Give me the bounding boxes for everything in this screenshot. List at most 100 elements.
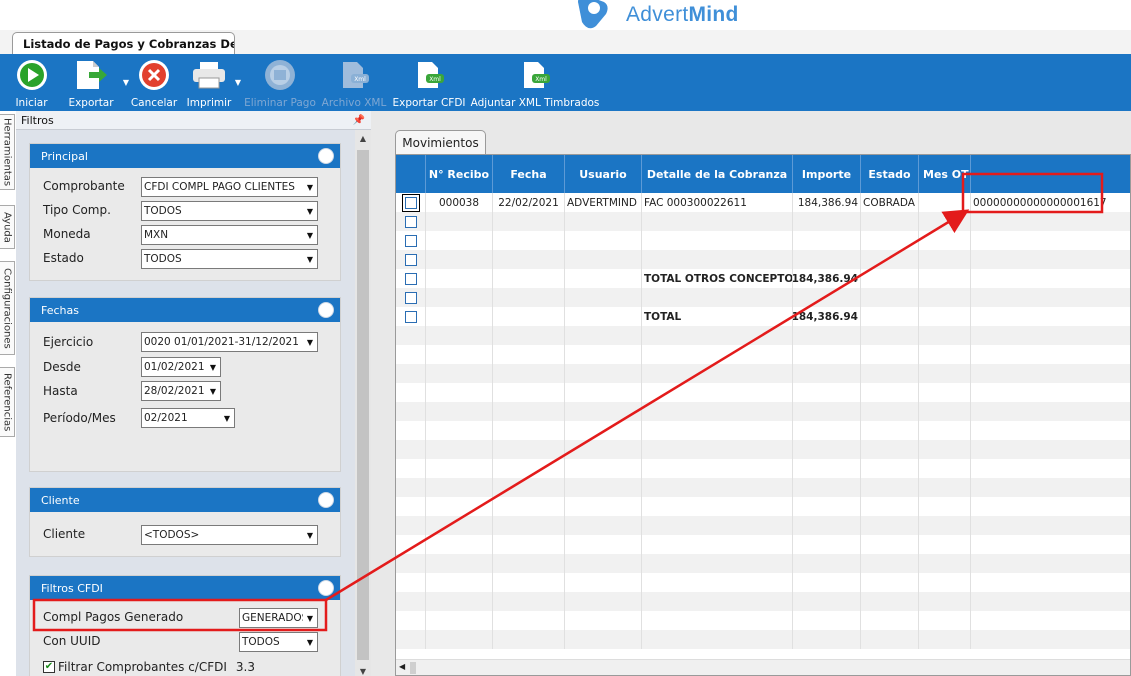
filtrar-cfdi-checkbox[interactable]: ✔: [43, 661, 55, 673]
adjuntar-xml-button[interactable]: Xml Adjuntar XML Timbrados: [471, 54, 599, 111]
chevron-down-icon[interactable]: ▼: [206, 358, 220, 376]
table-row[interactable]: [396, 611, 1130, 630]
scroll-up-icon[interactable]: ▲: [355, 134, 371, 143]
chevron-down-icon[interactable]: ▼: [303, 250, 317, 268]
comprobante-select[interactable]: CFDI COMPL PAGO CLIENTES ▼: [141, 177, 318, 197]
group-cliente-header[interactable]: Cliente: [30, 488, 340, 512]
table-row[interactable]: 000038 22/02/2021 ADVERTMIND FAC 0003000226…: [396, 193, 1130, 212]
con-uuid-select[interactable]: TODOS ▼: [239, 632, 318, 652]
chevron-down-icon[interactable]: ▼: [303, 202, 317, 220]
group-fechas-header[interactable]: Fechas: [30, 298, 340, 322]
table-row[interactable]: [396, 364, 1130, 383]
table-row[interactable]: TOTAL 184,386.94: [396, 307, 1130, 326]
table-row[interactable]: [396, 212, 1130, 231]
collapse-icon[interactable]: [318, 148, 334, 164]
collapse-icon[interactable]: [318, 580, 334, 596]
tab-movimientos[interactable]: Movimientos: [395, 130, 486, 155]
table-row[interactable]: [396, 345, 1130, 364]
table-row[interactable]: [396, 459, 1130, 478]
collapse-icon[interactable]: [318, 302, 334, 318]
ejercicio-select[interactable]: 0020 01/01/2021-31/12/2021 ▼: [141, 332, 318, 352]
pin-icon[interactable]: 📌: [353, 115, 365, 126]
table-row[interactable]: [396, 516, 1130, 535]
table-row[interactable]: [396, 554, 1130, 573]
row-checkbox[interactable]: [401, 193, 420, 212]
moneda-select[interactable]: MXN ▼: [141, 225, 318, 245]
document-tab-title: Listado de Pagos y Cobranzas Det...: [23, 36, 235, 51]
cell-estado: COBRADA: [861, 193, 919, 212]
chevron-down-icon[interactable]: ▼: [303, 609, 317, 627]
document-tab[interactable]: Listado de Pagos y Cobranzas Det...: [12, 32, 235, 54]
periodo-mes-select[interactable]: 02/2021 ▼: [141, 408, 235, 428]
chevron-down-icon[interactable]: ▼: [303, 333, 317, 351]
column-header-estado[interactable]: Estado: [861, 155, 919, 193]
table-row[interactable]: [396, 326, 1130, 345]
table-row[interactable]: [396, 421, 1130, 440]
table-row[interactable]: [396, 478, 1130, 497]
scroll-left-icon[interactable]: ◀: [399, 662, 405, 671]
column-header-detalle[interactable]: Detalle de la Cobranza: [642, 155, 793, 193]
exportar-cfdi-button[interactable]: Xml Exportar CFDI: [391, 54, 467, 111]
column-header-select[interactable]: [396, 155, 426, 193]
table-row[interactable]: [396, 535, 1130, 554]
cliente-select[interactable]: <TODOS> ▼: [141, 525, 318, 545]
comprobante-label: Comprobante: [43, 179, 125, 193]
compl-pagos-generado-value: GENERADOS: [242, 612, 309, 624]
table-row[interactable]: [396, 383, 1130, 402]
row-checkbox[interactable]: [404, 234, 417, 247]
table-row[interactable]: [396, 288, 1130, 307]
row-checkbox[interactable]: [404, 272, 417, 285]
tipo-comp-value: TODOS: [144, 205, 182, 217]
side-tab-referencias[interactable]: Referencias: [0, 367, 15, 437]
table-row[interactable]: TOTAL OTROS CONCEPTOS 184,386.94: [396, 269, 1130, 288]
filtros-scrollbar[interactable]: ▲ ▼: [355, 130, 371, 676]
logo-text-light: Advert: [626, 3, 689, 26]
group-principal-header[interactable]: Principal: [30, 144, 340, 168]
row-checkbox[interactable]: [404, 253, 417, 266]
desde-date[interactable]: 01/02/2021 ▼: [141, 357, 221, 377]
cancelar-button[interactable]: Cancelar: [129, 54, 179, 111]
table-row[interactable]: [396, 231, 1130, 250]
estado-select[interactable]: TODOS ▼: [141, 249, 318, 269]
compl-pagos-generado-select[interactable]: GENERADOS ▼: [239, 608, 318, 628]
table-row[interactable]: [396, 592, 1130, 611]
row-checkbox[interactable]: [404, 291, 417, 304]
group-cfdi-header[interactable]: Filtros CFDI: [30, 576, 340, 600]
side-tab-herramientas[interactable]: Herramientas: [0, 114, 15, 190]
chevron-down-icon[interactable]: ▼: [303, 178, 317, 196]
table-row[interactable]: [396, 440, 1130, 459]
row-checkbox[interactable]: [404, 215, 417, 228]
hscroll-thumb[interactable]: [410, 662, 416, 674]
table-row[interactable]: [396, 630, 1130, 649]
imprimir-button[interactable]: Imprimir ▼: [183, 54, 241, 111]
table-row[interactable]: [396, 573, 1130, 592]
chevron-down-icon[interactable]: ▼: [206, 382, 220, 400]
chevron-down-icon[interactable]: ▼: [220, 409, 234, 427]
grid-hscrollbar[interactable]: ◀: [396, 659, 1130, 675]
exportar-button[interactable]: Exportar ▼: [59, 54, 129, 111]
side-tab-configuraciones[interactable]: Configuraciones: [0, 261, 15, 355]
imprimir-dropdown-icon[interactable]: ▼: [235, 78, 241, 87]
row-checkbox[interactable]: [404, 310, 417, 323]
column-header-importe[interactable]: Importe: [793, 155, 861, 193]
chevron-down-icon[interactable]: ▼: [303, 526, 317, 544]
chevron-down-icon[interactable]: ▼: [303, 226, 317, 244]
column-header-mes-ot[interactable]: Mes OT: [919, 155, 971, 193]
tipo-comp-select[interactable]: TODOS ▼: [141, 201, 318, 221]
table-row[interactable]: [396, 497, 1130, 516]
column-header-fecha[interactable]: Fecha: [493, 155, 565, 193]
chevron-down-icon[interactable]: ▼: [303, 633, 317, 651]
column-header-usuario[interactable]: Usuario: [565, 155, 642, 193]
column-header-extra[interactable]: [971, 155, 1130, 193]
table-row[interactable]: [396, 250, 1130, 269]
iniciar-button[interactable]: Iniciar: [8, 54, 55, 111]
eliminar-pago-button[interactable]: Eliminar Pago: [244, 54, 316, 111]
side-tab-ayuda[interactable]: Ayuda: [0, 205, 15, 249]
collapse-icon[interactable]: [318, 492, 334, 508]
hasta-date[interactable]: 28/02/2021 ▼: [141, 381, 221, 401]
scroll-down-icon[interactable]: ▼: [355, 667, 371, 676]
archivo-xml-button[interactable]: Xml Archivo XML: [321, 54, 387, 111]
scrollbar-thumb[interactable]: [357, 150, 369, 660]
table-row[interactable]: [396, 402, 1130, 421]
column-header-recibo[interactable]: N° Recibo: [426, 155, 493, 193]
